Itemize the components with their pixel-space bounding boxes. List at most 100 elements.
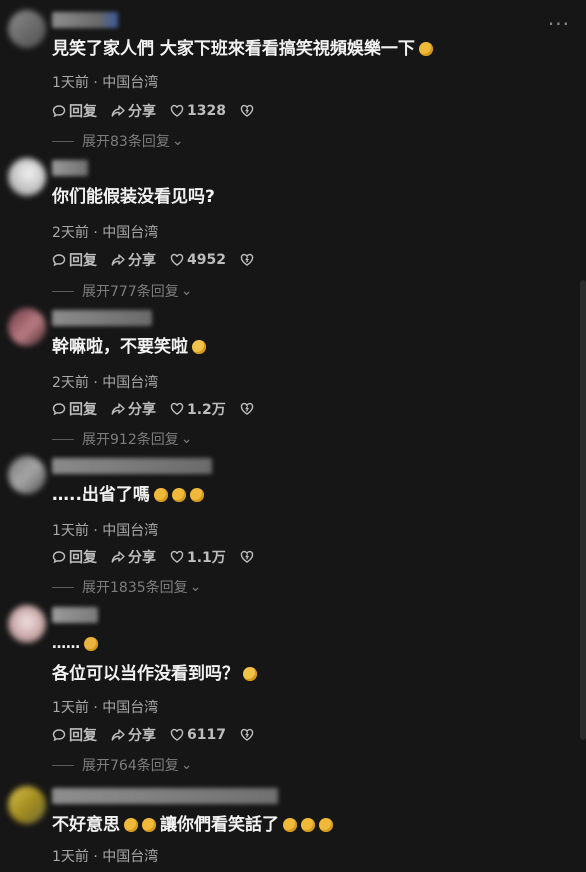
expand-label: 展开1835条回复: [82, 580, 188, 596]
username[interactable]: [52, 12, 118, 28]
divider-line: [52, 438, 74, 440]
like-button[interactable]: 1328: [170, 103, 226, 119]
username[interactable]: [52, 458, 212, 474]
reply-button[interactable]: 回复: [52, 547, 97, 567]
avatar[interactable]: [8, 158, 46, 196]
comment-text-line1: ……: [52, 633, 98, 655]
chevron-down-icon: ⌄: [171, 133, 184, 149]
comment-icon: [52, 550, 66, 564]
expand-replies-button[interactable]: 展开764条回复 ⌄: [52, 755, 192, 775]
dislike-button[interactable]: [240, 550, 254, 564]
like-count: 1328: [187, 103, 226, 119]
comment-icon: [52, 253, 66, 267]
dislike-button[interactable]: [240, 402, 254, 416]
expand-label: 展开912条回复: [82, 432, 179, 448]
comment-text: 幹嘛啦，不要笑啦: [52, 334, 206, 360]
chevron-down-icon: ⌄: [180, 283, 193, 299]
reply-button[interactable]: 回复: [52, 725, 97, 745]
comment-text: 見笑了家人們 大家下班來看看搞笑視頻娛樂一下: [52, 36, 433, 62]
comment-text-body: 各位可以当作没看到吗？: [52, 664, 239, 684]
heart-icon: [170, 728, 184, 742]
reply-label: 回复: [69, 253, 97, 269]
reply-label: 回复: [69, 550, 97, 566]
username[interactable]: [52, 788, 278, 804]
divider-line: [52, 586, 74, 588]
comment-actions: 回复 分享 6117: [52, 725, 254, 745]
dislike-heart-icon: [240, 550, 254, 564]
dislike-heart-icon: [240, 253, 254, 267]
comment-meta: 1天前 · 中国台湾: [52, 75, 159, 91]
like-count: 6117: [187, 727, 226, 743]
share-button[interactable]: 分享: [111, 101, 156, 121]
dislike-heart-icon: [240, 104, 254, 118]
like-button[interactable]: 6117: [170, 727, 226, 743]
emoji-icon: [189, 488, 204, 502]
share-label: 分享: [128, 253, 156, 269]
reply-button[interactable]: 回复: [52, 250, 97, 270]
comment-actions: 回复 分享 1.1万: [52, 547, 254, 567]
share-icon: [111, 550, 125, 564]
like-count: 4952: [187, 252, 226, 268]
username[interactable]: [52, 310, 152, 326]
reply-label: 回复: [69, 728, 97, 744]
comment-actions: 回复 分享 1.2万: [52, 399, 254, 419]
avatar[interactable]: [8, 308, 46, 346]
heart-icon: [170, 104, 184, 118]
comment-text-part2: 讓你們看笑話了: [160, 815, 279, 835]
avatar[interactable]: [8, 786, 46, 824]
share-icon: [111, 402, 125, 416]
emoji-icon: [153, 488, 168, 502]
share-button[interactable]: 分享: [111, 250, 156, 270]
share-label: 分享: [128, 402, 156, 418]
comment-text: 你们能假装没看见吗?: [52, 184, 215, 210]
like-button[interactable]: 1.1万: [170, 547, 226, 567]
share-button[interactable]: 分享: [111, 399, 156, 419]
expand-replies-button[interactable]: 展开1835条回复 ⌄: [52, 577, 201, 597]
comment-text-body: …..出省了嗎: [52, 485, 150, 505]
divider-line: [52, 764, 74, 766]
share-button[interactable]: 分享: [111, 725, 156, 745]
share-icon: [111, 104, 125, 118]
username[interactable]: [52, 607, 98, 623]
comment-text: …..出省了嗎: [52, 482, 204, 508]
expand-label: 展开764条回复: [82, 758, 179, 774]
heart-icon: [170, 550, 184, 564]
comment-icon: [52, 104, 66, 118]
share-button[interactable]: 分享: [111, 547, 156, 567]
avatar[interactable]: [8, 10, 46, 48]
dislike-button[interactable]: [240, 104, 254, 118]
avatar[interactable]: [8, 605, 46, 643]
like-count: 1.1万: [187, 550, 226, 566]
emoji-icon: [124, 818, 138, 832]
comment-text: 各位可以当作没看到吗？: [52, 661, 257, 687]
reply-button[interactable]: 回复: [52, 101, 97, 121]
dislike-button[interactable]: [240, 728, 254, 742]
like-button[interactable]: 4952: [170, 252, 226, 268]
reply-button[interactable]: 回复: [52, 399, 97, 419]
share-label: 分享: [128, 728, 156, 744]
like-button[interactable]: 1.2万: [170, 399, 226, 419]
chevron-down-icon: ⌄: [180, 757, 193, 773]
comment-icon: [52, 402, 66, 416]
scrollbar[interactable]: [580, 280, 586, 740]
expand-label: 展开777条回复: [82, 284, 179, 300]
reply-label: 回复: [69, 104, 97, 120]
comment-meta: 1天前 · 中国台湾: [52, 523, 159, 539]
more-options-icon[interactable]: ···: [548, 14, 570, 34]
divider-line: [52, 140, 74, 142]
username[interactable]: [52, 160, 88, 176]
avatar[interactable]: [8, 456, 46, 494]
share-icon: [111, 728, 125, 742]
expand-replies-button[interactable]: 展开777条回复 ⌄: [52, 281, 192, 301]
comment-meta: 1天前 · 中国台湾: [52, 849, 159, 865]
expand-replies-button[interactable]: 展开83条回复 ⌄: [52, 131, 184, 151]
heart-icon: [170, 253, 184, 267]
dislike-button[interactable]: [240, 253, 254, 267]
scream-emoji-icon: [84, 637, 98, 651]
like-count: 1.2万: [187, 402, 226, 418]
share-label: 分享: [128, 104, 156, 120]
share-icon: [111, 253, 125, 267]
chevron-down-icon: ⌄: [189, 579, 202, 595]
expand-replies-button[interactable]: 展开912条回复 ⌄: [52, 429, 192, 449]
comment-text: 不好意思 讓你們看笑話了: [52, 812, 333, 838]
